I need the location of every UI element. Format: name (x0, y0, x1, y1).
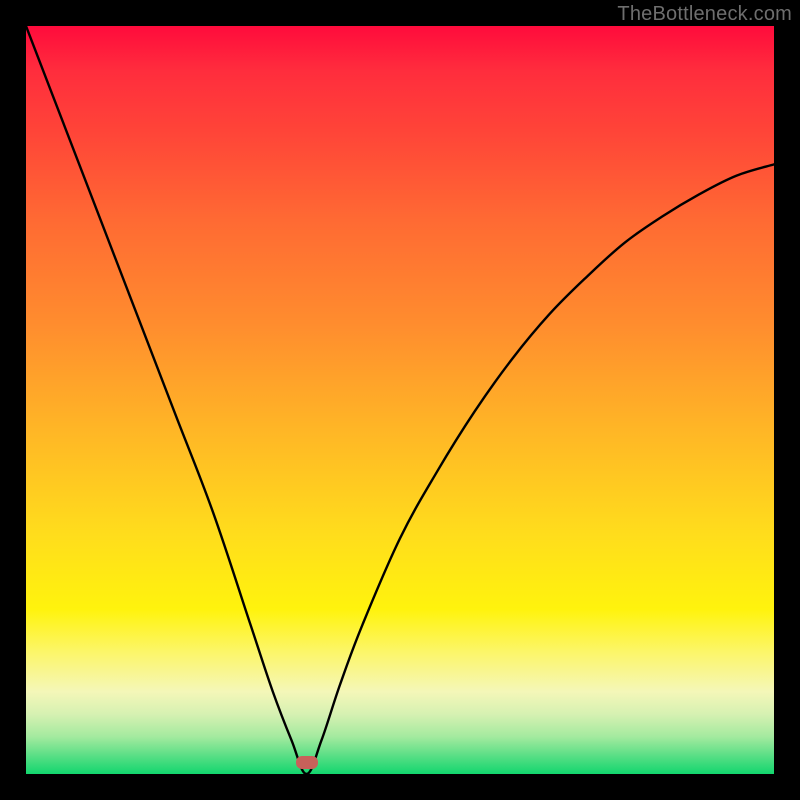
bottleneck-curve (26, 26, 774, 774)
chart-plot-area (26, 26, 774, 774)
chart-curve-svg (26, 26, 774, 774)
watermark-text: TheBottleneck.com (617, 3, 792, 26)
chart-stage: TheBottleneck.com (0, 0, 800, 800)
optimal-point-marker (296, 756, 318, 769)
